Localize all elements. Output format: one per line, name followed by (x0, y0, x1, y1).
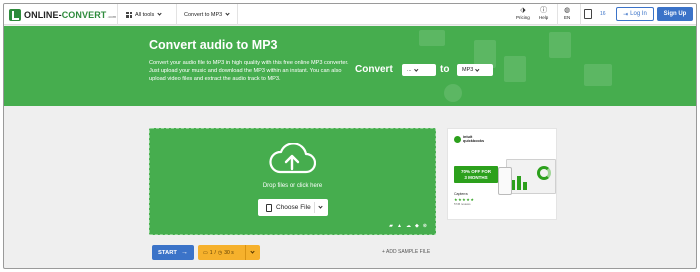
history-count-badge: 16 (600, 11, 606, 17)
chevron-down-icon (414, 67, 418, 71)
language-selector[interactable]: ◍ EN (564, 6, 570, 20)
signup-button[interactable]: Sign Up (657, 7, 693, 21)
chevron-down-icon[interactable] (250, 249, 255, 254)
convert-label: Convert (355, 64, 393, 75)
tag-icon: ⬗ (520, 7, 526, 14)
current-tool-label: Convert to MP3 (184, 11, 223, 18)
page-title: Convert audio to MP3 (149, 38, 278, 52)
target-format-value: MP3 (462, 67, 474, 73)
conversion-options-button[interactable]: ▭ 1 / ◷ 30 s (198, 245, 260, 260)
add-sample-file-link[interactable]: + ADD SAMPLE FILE (382, 249, 430, 255)
all-tools-menu[interactable]: All tools (126, 4, 162, 25)
file-drop-zone[interactable]: Drop files or click here Choose File ▰ ▲… (149, 128, 436, 235)
decor-envelope (419, 30, 445, 46)
ad-promo-badge: 70% OFF FOR 3 MONTHS (454, 166, 498, 183)
help-link[interactable]: ⓘ Help (539, 6, 548, 20)
globe-icon: ◍ (564, 7, 571, 14)
site-logo[interactable]: ONLINE-CONVERT .com (9, 7, 116, 22)
advertisement[interactable]: intuit quickbooks 70% OFF FOR 3 MONTHS Cap… (447, 128, 557, 220)
url-link-icon[interactable]: ⊗ (423, 223, 427, 229)
browser-viewport: ONLINE-CONVERT .com All tools Convert to… (3, 3, 697, 269)
chevron-down-icon (475, 67, 480, 71)
nav-divider (117, 4, 118, 25)
chevron-down-icon (225, 11, 230, 16)
nav-divider (557, 4, 558, 25)
ad-dashboard-image (506, 159, 556, 194)
target-format-select[interactable]: MP3 (457, 64, 493, 76)
start-label: START (158, 249, 177, 256)
current-tool-menu[interactable]: Convert to MP3 (184, 4, 230, 25)
decor-document (584, 64, 612, 86)
to-label: to (440, 64, 450, 75)
quickbooks-logo: intuit quickbooks (454, 135, 484, 143)
language-label: EN (564, 15, 571, 20)
logo-suffix: .com (107, 14, 117, 19)
separator-slash: / (214, 249, 216, 256)
file-icon (266, 203, 272, 212)
source-format-value: ... (407, 67, 412, 73)
drop-files-text: Drop files or click here (262, 183, 323, 189)
logo-text: ONLINE-CONVERT (24, 9, 107, 20)
pricing-link[interactable]: ⬗ Pricing (516, 6, 530, 20)
ad-rating-label: Capterra (454, 192, 468, 196)
decor-circle (444, 84, 462, 102)
grid-icon (126, 11, 132, 18)
source-format-select[interactable]: ... (402, 64, 436, 76)
file-count: 1 (209, 249, 213, 256)
ad-phone-image (498, 167, 512, 195)
nav-divider (176, 4, 177, 25)
clock-icon: ◷ (217, 249, 223, 256)
arrow-right-icon: → (180, 249, 188, 256)
pricing-label: Pricing (516, 15, 530, 20)
help-icon: ⓘ (540, 7, 548, 14)
choose-file-label: Choose File (276, 204, 311, 211)
hero-banner: Convert audio to MP3 Convert your audio … (4, 26, 696, 106)
chevron-down-icon (157, 11, 162, 16)
dropbox-icon[interactable]: ◆ (415, 223, 419, 229)
logo-icon (9, 8, 21, 21)
login-icon: ⇥ (623, 11, 629, 18)
folder-icon[interactable]: ▰ (389, 223, 393, 229)
onedrive-icon[interactable]: ☁ (406, 223, 411, 229)
cloud-source-icons: ▰ ▲ ☁ ◆ ⊗ (389, 223, 427, 229)
login-label: Log In (630, 11, 647, 17)
decor-file (549, 32, 571, 58)
timer-value: 30 s (224, 249, 234, 256)
chevron-down-icon[interactable] (318, 204, 323, 209)
top-navbar: ONLINE-CONVERT .com All tools Convert to… (4, 4, 696, 25)
cloud-upload-icon (269, 143, 316, 174)
hero-description: Convert your audio file to MP3 in high q… (149, 60, 349, 82)
all-tools-label: All tools (135, 11, 155, 18)
google-drive-icon[interactable]: ▲ (397, 223, 402, 229)
nav-divider (237, 4, 238, 25)
decor-pdf (504, 56, 526, 82)
button-divider (314, 202, 315, 213)
start-button[interactable]: START → (152, 245, 194, 260)
history-icon[interactable] (584, 9, 592, 19)
nav-divider (580, 4, 581, 25)
help-label: Help (539, 15, 549, 20)
login-button[interactable]: ⇥ Log In (616, 7, 654, 21)
choose-file-button[interactable]: Choose File (258, 199, 328, 216)
ad-review-count: 5745 reviews (454, 202, 471, 206)
files-icon: ▭ (203, 249, 208, 256)
button-divider (245, 245, 246, 260)
quickbooks-icon (454, 135, 461, 143)
